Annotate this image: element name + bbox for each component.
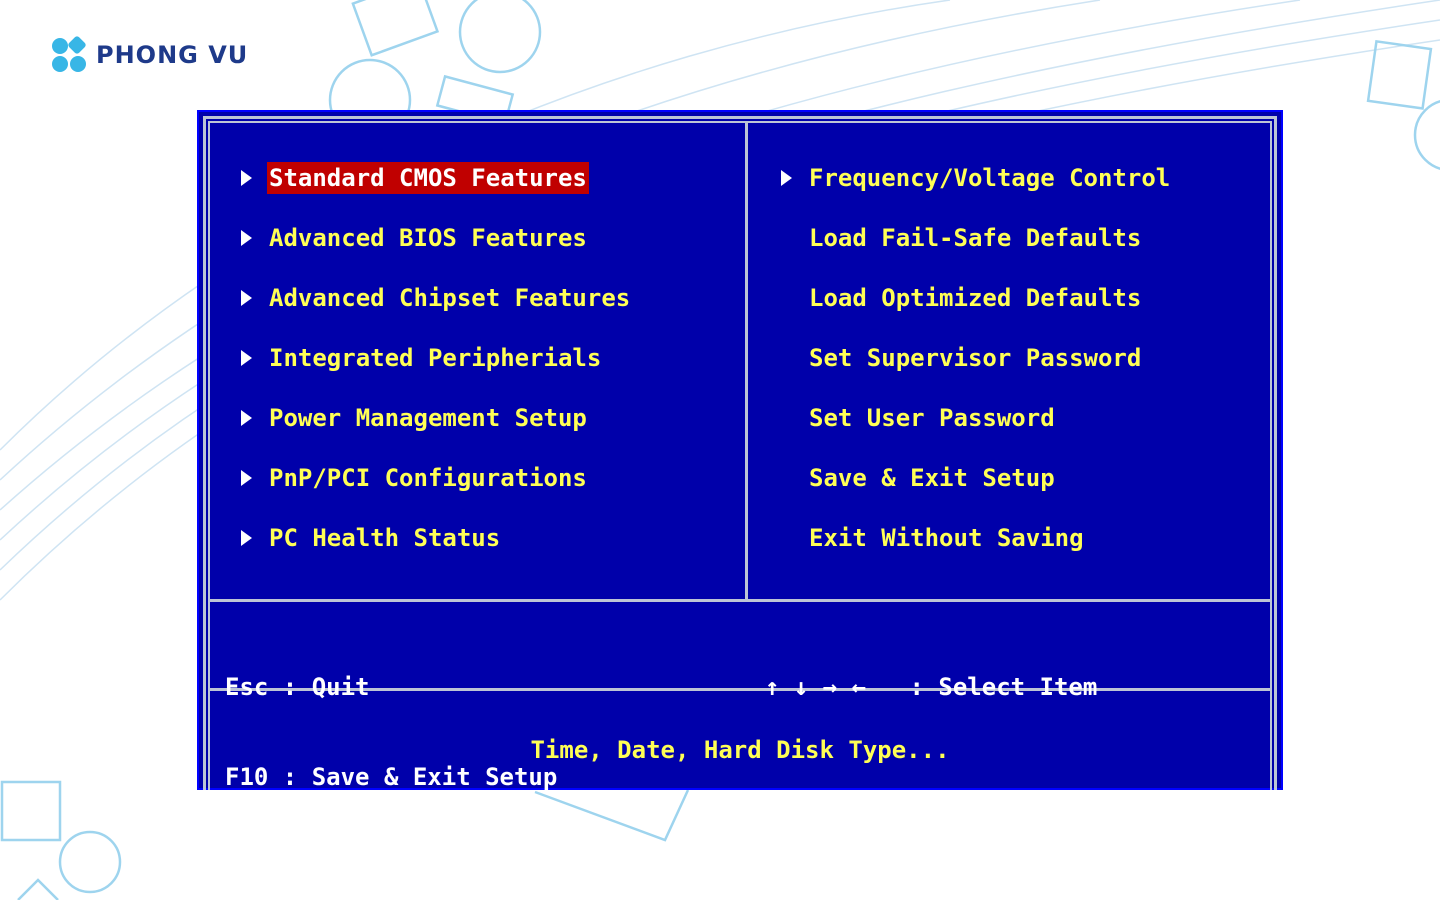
submenu-arrow-icon [241, 350, 252, 366]
bios-menu-item[interactable]: Exit Without Saving [779, 522, 1259, 582]
brand-logo: PHONG VU [50, 35, 249, 74]
bios-menu-item-label: PC Health Status [269, 524, 501, 552]
bios-menu-item-label: Standard CMOS Features [267, 162, 589, 194]
item-description: Time, Date, Hard Disk Type... [530, 736, 950, 764]
bios-menu-item-label: Frequency/Voltage Control [809, 164, 1171, 192]
logo-mark-icon [50, 35, 88, 74]
help-esc: Esc : Quit [225, 673, 370, 701]
bios-menu-item[interactable]: Load Optimized Defaults [779, 282, 1259, 342]
bios-menu-item[interactable]: PC Health Status [239, 522, 739, 582]
submenu-arrow-icon [241, 470, 252, 486]
bios-setup-screen: Standard CMOS Features Advanced BIOS Feat… [197, 110, 1283, 791]
bios-menu-item[interactable]: Set Supervisor Password [779, 342, 1259, 402]
logo-text: PHONG VU [96, 41, 249, 69]
submenu-arrow-icon [241, 290, 252, 306]
submenu-arrow-icon [241, 530, 252, 546]
bios-menu-item[interactable]: Frequency/Voltage Control [779, 162, 1259, 222]
submenu-arrow-icon [241, 170, 252, 186]
bios-menu-item-label: PnP/PCI Configurations [269, 464, 587, 492]
bios-menu-item[interactable]: Integrated Peripherials [239, 342, 739, 402]
help-f10: F10 : Save & Exit Setup [225, 763, 558, 791]
bios-menu-item[interactable]: Advanced Chipset Features [239, 282, 739, 342]
bios-menu-item-label: Set Supervisor Password [809, 344, 1142, 372]
bios-menu-item-label: Advanced Chipset Features [269, 284, 631, 312]
bios-right-menu: Frequency/Voltage Control Load Fail-Safe … [779, 162, 1259, 582]
help-keys-left: Esc : Quit F10 : Save & Exit Setup [225, 612, 557, 852]
bios-menu-item-label: Advanced BIOS Features [269, 224, 587, 252]
submenu-arrow-icon [781, 170, 792, 186]
bios-menu-item-label: Integrated Peripherials [269, 344, 602, 372]
bios-menu-item[interactable]: PnP/PCI Configurations [239, 462, 739, 522]
bios-menu-item[interactable]: Standard CMOS Features [239, 162, 739, 222]
bios-menu-item-label: Set User Password [809, 404, 1055, 432]
bios-menu-item-label: Save & Exit Setup [809, 464, 1055, 492]
bios-menu-item-label: Load Fail-Safe Defaults [809, 224, 1142, 252]
submenu-arrow-icon [241, 410, 252, 426]
bios-menu-item[interactable]: Set User Password [779, 402, 1259, 462]
help-select-item: ↑ ↓ → ← : Select Item [765, 673, 1098, 701]
bios-menu-item-label: Power Management Setup [269, 404, 587, 432]
bios-left-menu: Standard CMOS Features Advanced BIOS Feat… [239, 162, 739, 582]
menu-divider-vertical [745, 121, 748, 601]
bios-menu-item[interactable]: Save & Exit Setup [779, 462, 1259, 522]
bios-menu-item[interactable]: Advanced BIOS Features [239, 222, 739, 282]
bios-menu-item-label: Exit Without Saving [809, 524, 1084, 552]
bios-menu-item[interactable]: Power Management Setup [239, 402, 739, 462]
help-divider [208, 599, 1272, 602]
bios-menu-item[interactable]: Load Fail-Safe Defaults [779, 222, 1259, 282]
submenu-arrow-icon [241, 230, 252, 246]
bios-menu-item-label: Load Optimized Defaults [809, 284, 1142, 312]
